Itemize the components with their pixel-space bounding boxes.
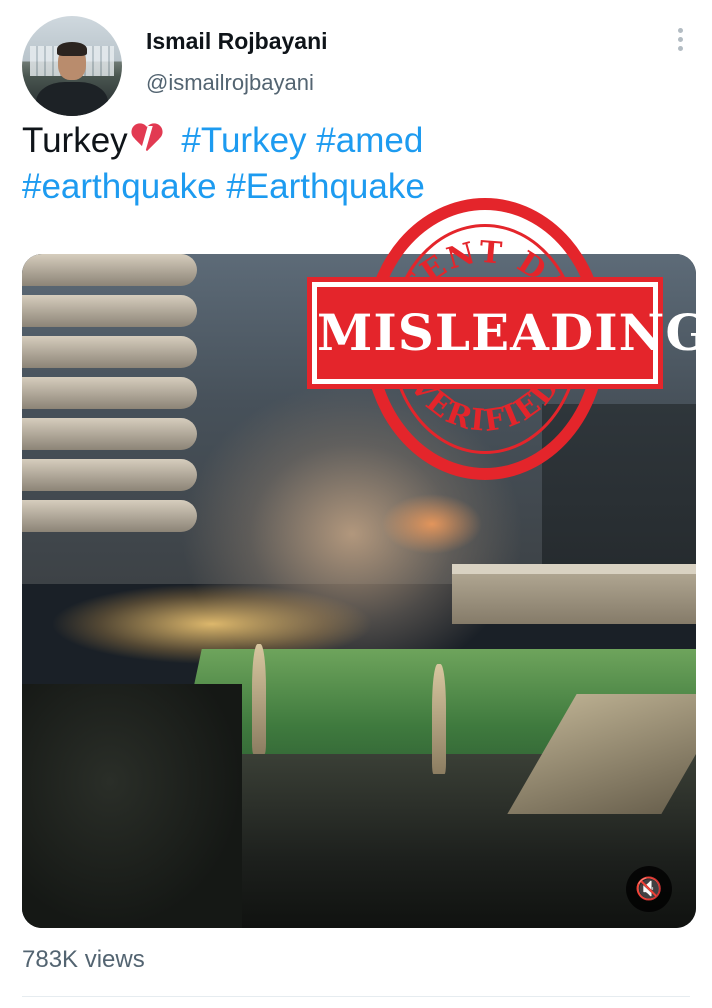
more-options-icon[interactable] xyxy=(672,28,688,58)
broken-heart-icon xyxy=(130,124,164,154)
avatar-body xyxy=(36,82,108,116)
stamp-band: MISLEADING xyxy=(307,277,710,389)
view-count: 783K views xyxy=(22,946,145,973)
mute-icon[interactable]: 🔇 xyxy=(626,866,672,912)
video-umbrella xyxy=(432,664,446,774)
video-bushes xyxy=(22,684,242,928)
video-umbrella xyxy=(252,644,266,754)
stamp-main-text: MISLEADING xyxy=(317,303,710,362)
hashtag-turkey[interactable]: #Turkey xyxy=(181,121,306,160)
video-tower xyxy=(22,254,197,554)
tweet-text: Turkey #Turkey #amed #earthquake #Earthq… xyxy=(22,118,682,210)
hashtag-earthquake-lower[interactable]: #earthquake xyxy=(22,167,217,206)
tweet-text-body: Turkey xyxy=(22,121,128,160)
divider xyxy=(22,996,690,997)
author-name[interactable]: Ismail Rojbayani xyxy=(146,28,328,55)
video-cabana xyxy=(452,564,696,624)
avatar-hair xyxy=(57,42,87,56)
video-fire-glow xyxy=(382,494,482,554)
author-handle[interactable]: @ismailrojbayani xyxy=(146,70,314,96)
hashtag-amed[interactable]: #amed xyxy=(316,121,423,160)
misleading-stamp: INTENT DATA VERIFIED MISLEADING xyxy=(307,198,710,488)
author-avatar[interactable] xyxy=(22,16,122,116)
